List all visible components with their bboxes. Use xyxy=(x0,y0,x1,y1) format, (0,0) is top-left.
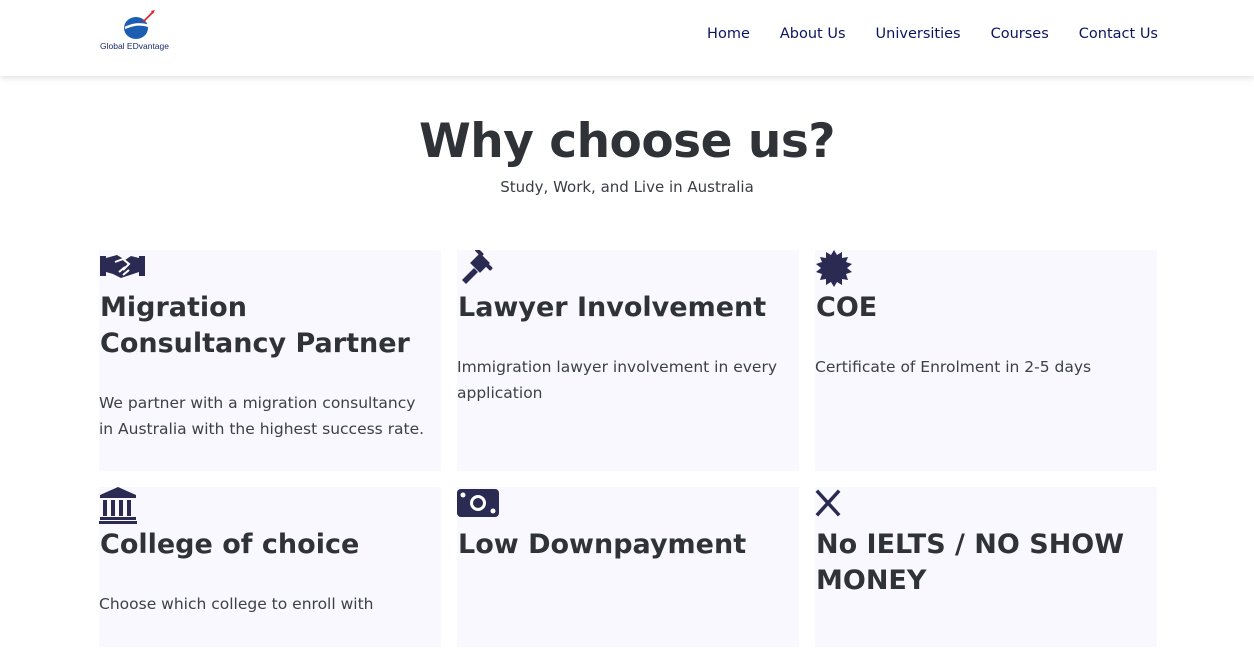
feature-text: Choose which college to enroll with xyxy=(99,595,374,613)
page-title: Why choose us? xyxy=(418,114,836,169)
feature-card-migration: Migration Consultancy Partner We partner… xyxy=(99,250,441,471)
feature-title: College of choice xyxy=(100,529,360,560)
globe-logo-icon xyxy=(124,10,155,39)
feature-card-downpayment: Low Downpayment xyxy=(457,487,799,647)
page-subtitle: Study, Work, and Live in Australia xyxy=(500,178,754,196)
feature-title: Lawyer Involvement xyxy=(458,292,767,323)
brand-logo[interactable]: Global EDvantage xyxy=(99,10,181,54)
feature-title: COE xyxy=(816,292,878,323)
feature-card-coe: COE Certificate of Enrolment in 2-5 days xyxy=(815,250,1157,471)
feature-card-lawyer: Lawyer Involvement Immigration lawyer in… xyxy=(457,250,799,471)
site-header: Global EDvantage Home About Us Universit… xyxy=(0,0,1254,76)
feature-card-college: College of choice Choose which college t… xyxy=(99,487,441,647)
feature-text: Certificate of Enrolment in 2-5 days xyxy=(815,358,1092,376)
feature-text: We partner with a migration consultancy … xyxy=(99,394,425,438)
nav-courses[interactable]: Courses xyxy=(991,26,1049,42)
money-bill-icon xyxy=(457,489,499,517)
nav-contact-us[interactable]: Contact Us xyxy=(1079,26,1158,42)
university-icon xyxy=(99,487,137,524)
main-nav: Home About Us Universities Courses Conta… xyxy=(707,26,1158,42)
nav-about-us[interactable]: About Us xyxy=(780,26,846,42)
times-icon xyxy=(815,489,841,517)
handshake-icon xyxy=(100,255,145,278)
features-grid: Migration Consultancy Partner We partner… xyxy=(99,250,1157,647)
feature-title: Low Downpayment xyxy=(458,529,747,560)
certificate-icon xyxy=(816,250,852,287)
feature-title: No IELTS / NO SHOW MONEY xyxy=(816,529,1125,596)
nav-universities[interactable]: Universities xyxy=(876,26,961,42)
logo-text: Global EDvantage xyxy=(100,41,169,51)
gavel-icon xyxy=(462,250,493,284)
feature-title: Migration Consultancy Partner xyxy=(100,292,410,359)
nav-home[interactable]: Home xyxy=(707,26,750,42)
feature-text: Immigration lawyer involvement in every … xyxy=(457,358,778,402)
feature-card-no-ielts: No IELTS / NO SHOW MONEY xyxy=(815,487,1157,647)
